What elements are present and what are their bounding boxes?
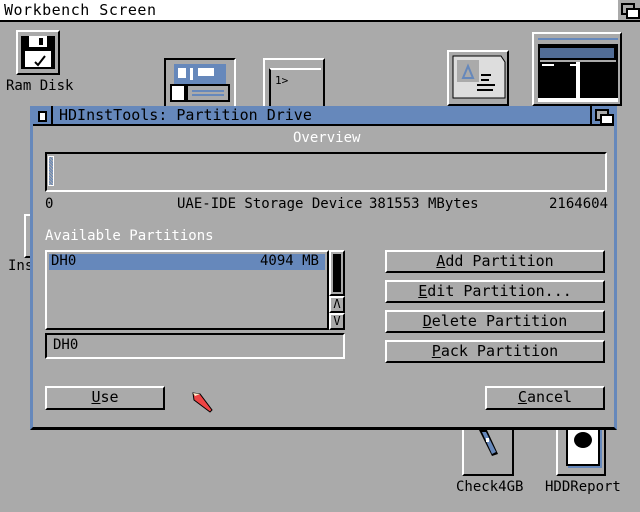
overview-partition-marker[interactable]: [48, 156, 54, 186]
icon-label: Ram Disk: [6, 78, 74, 94]
overview-bar[interactable]: [45, 152, 607, 192]
overview-start-value: 0: [45, 196, 54, 212]
cancel-button[interactable]: Cancel: [485, 386, 605, 410]
arrow-down-icon: V: [333, 314, 341, 328]
icon-label: Check4GB: [456, 479, 524, 495]
hddreport-icon: [556, 428, 606, 476]
partition-size: 4094 MB: [259, 253, 319, 269]
partition-drive-window: HDInstTools: Partition Drive Overview 0 …: [30, 106, 617, 430]
desktop-icon-hddreport[interactable]: HDDReport: [545, 428, 625, 498]
desktop-icon-prefs[interactable]: [164, 58, 236, 108]
button-label: elete Partition: [431, 312, 568, 330]
hotkey: D: [422, 312, 432, 330]
button-label: ack Partition: [440, 342, 559, 360]
scroll-down-button[interactable]: V: [329, 313, 345, 330]
pack-partition-button[interactable]: Pack Partition: [385, 340, 605, 363]
add-partition-button[interactable]: Add Partition: [385, 250, 605, 273]
icon-label: HDDReport: [545, 479, 621, 495]
hotkey: A: [436, 252, 446, 270]
button-label: ancel: [526, 388, 573, 406]
window-title-bar[interactable]: HDInstTools: Partition Drive: [33, 106, 614, 126]
button-label: dit Partition...: [427, 282, 572, 300]
overview-end-value: 2164604: [549, 196, 609, 212]
desktop-icon-window-preview[interactable]: [532, 32, 622, 106]
desktop-icon-ram-disk[interactable]: Ram Disk: [6, 30, 84, 96]
window-depth-gadget[interactable]: [590, 106, 614, 125]
preferences-icon: [170, 64, 230, 102]
desktop-icon-check4gb[interactable]: Check4GB: [456, 428, 524, 498]
wrench-icon: [462, 428, 514, 476]
list-scrollbar[interactable]: [329, 250, 345, 296]
button-label: se: [100, 388, 119, 406]
window-preview-icon: [538, 38, 618, 102]
available-partitions-label: Available Partitions: [45, 228, 214, 244]
mouse-pointer-icon: [192, 392, 213, 413]
close-gadget[interactable]: [33, 106, 53, 124]
device-name: UAE-IDE Storage Device: [177, 196, 363, 212]
partition-name: DH0: [51, 253, 77, 269]
partition-row[interactable]: DH0 4094 MB: [49, 253, 325, 270]
button-label: dd Partition: [445, 252, 554, 270]
device-size: 381553 MBytes: [369, 196, 479, 212]
partition-list[interactable]: DH0 4094 MB: [45, 250, 329, 330]
desktop-icon-shell[interactable]: 1>: [263, 58, 325, 110]
screen-depth-gadget[interactable]: [618, 0, 640, 20]
partition-name-field[interactable]: DH0: [45, 333, 345, 359]
screen-title-bar: Workbench Screen: [0, 0, 640, 22]
partition-name-value: DH0: [53, 337, 79, 353]
hotkey: P: [431, 342, 441, 360]
window-title: HDInstTools: Partition Drive: [59, 106, 312, 124]
shell-icon: 1>: [269, 68, 321, 110]
arrow-up-icon: Λ: [333, 297, 341, 311]
edit-partition-button[interactable]: Edit Partition...: [385, 280, 605, 303]
close-icon: [38, 111, 47, 122]
use-button[interactable]: Use: [45, 386, 165, 410]
scroll-up-button[interactable]: Λ: [329, 296, 345, 313]
delete-partition-button[interactable]: Delete Partition: [385, 310, 605, 333]
hotkey: C: [517, 388, 527, 406]
document-icon: [452, 55, 506, 99]
overview-label: Overview: [293, 130, 361, 146]
hotkey: E: [418, 282, 428, 300]
desktop-icon-document[interactable]: [447, 50, 509, 106]
screen-title: Workbench Screen: [4, 1, 157, 19]
floppy-disk-icon: [16, 30, 60, 75]
scroll-knob[interactable]: [333, 254, 341, 292]
